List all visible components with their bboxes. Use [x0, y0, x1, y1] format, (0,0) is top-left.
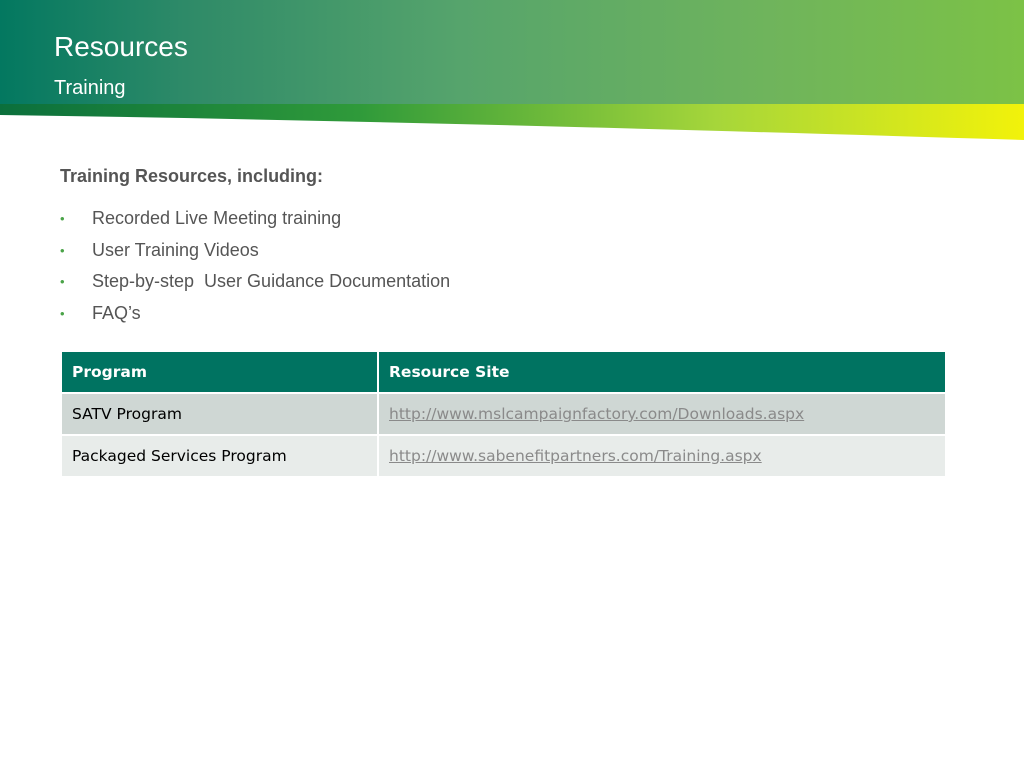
list-item: • FAQ’s	[60, 298, 960, 330]
bullet-icon: •	[60, 274, 65, 289]
resource-site-cell: http://www.sabenefitpartners.com/Trainin…	[377, 434, 947, 478]
table-header-row: Program Resource Site	[60, 350, 947, 394]
program-cell: SATV Program	[60, 392, 379, 436]
table-row: SATV Program http://www.mslcampaignfacto…	[60, 392, 947, 436]
page-title: Resources	[54, 31, 188, 62]
resource-site-link[interactable]: http://www.sabenefitpartners.com/Trainin…	[389, 447, 762, 465]
resources-table: Program Resource Site SATV Program http:…	[60, 350, 947, 478]
list-item-text: Recorded Live Meeting training	[92, 208, 342, 228]
header-swoosh	[0, 104, 1024, 140]
column-header-resource-site: Resource Site	[377, 350, 947, 394]
page-subtitle: Training	[54, 77, 126, 99]
bullet-icon: •	[60, 211, 65, 226]
column-header-program: Program	[60, 350, 379, 394]
intro-heading: Training Resources, including:	[60, 166, 324, 186]
bullet-icon: •	[60, 242, 65, 258]
content-area: Training Resources, including: • Recorded…	[60, 165, 960, 329]
list-item-text: Step-by-step User Guidance Documentation	[92, 271, 451, 291]
bullet-icon: •	[60, 305, 65, 321]
list-item-text: User Training Videos	[92, 239, 259, 260]
list-item: • Recorded Live Meeting training	[60, 203, 960, 235]
resource-site-cell: http://www.mslcampaignfactory.com/Downlo…	[377, 392, 947, 436]
resource-site-link[interactable]: http://www.mslcampaignfactory.com/Downlo…	[389, 405, 804, 423]
bullet-list: • Recorded Live Meeting training • User Tr…	[60, 203, 960, 329]
list-item: • Step-by-step User Guidance Documentatio…	[60, 266, 960, 298]
list-item: • User Training Videos	[60, 235, 960, 267]
program-cell: Packaged Services Program	[60, 434, 379, 478]
table-row: Packaged Services Program http://www.sab…	[60, 434, 947, 478]
list-item-text: FAQ’s	[92, 302, 141, 323]
